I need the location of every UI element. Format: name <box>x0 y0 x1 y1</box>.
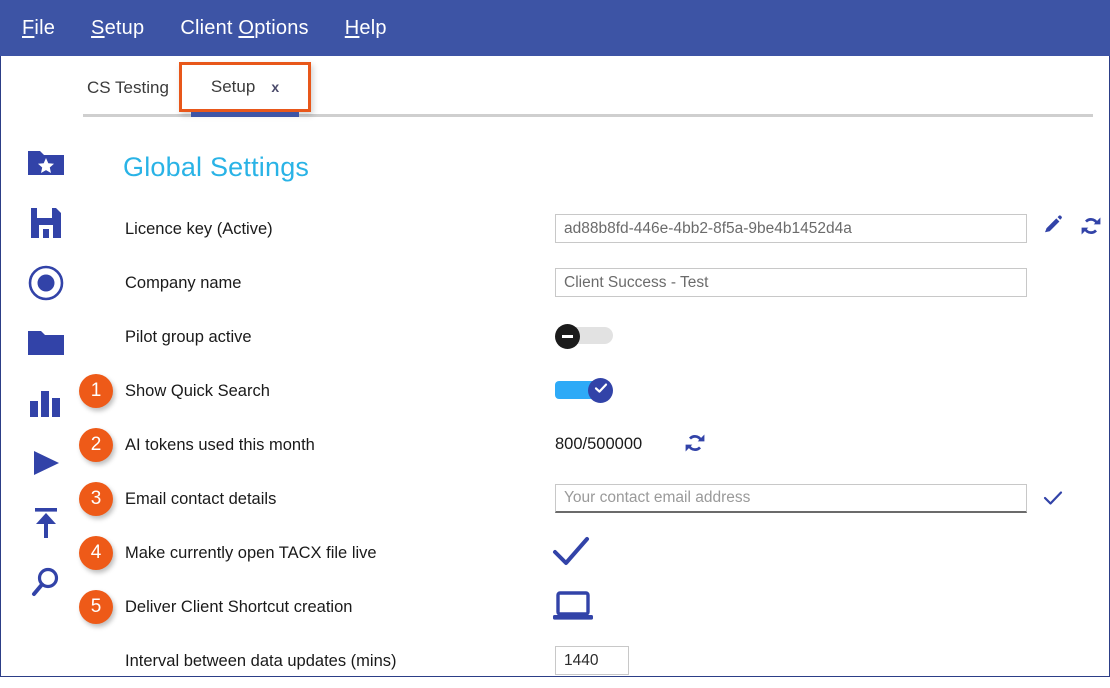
menu-item-setup[interactable]: Setup <box>91 17 144 40</box>
setting-row-deliver-client-shortcut: 5 Deliver Client Shortcut creation <box>79 588 1109 634</box>
ai-tokens-refresh-button[interactable] <box>681 431 709 459</box>
setting-label-email-contact-details: Email contact details <box>125 490 277 508</box>
make-tacx-live-button[interactable] <box>551 534 591 574</box>
menu-setup-accel: S <box>91 16 105 39</box>
sidebar-item-upload[interactable] <box>23 500 69 546</box>
sidebar-item-reports[interactable] <box>23 380 69 426</box>
show-quick-search-toggle[interactable] <box>555 378 613 403</box>
menu-client-options-post: ptions <box>254 16 309 39</box>
application-window: CS Testing Setup x Global Settings Licen… <box>0 56 1110 677</box>
refresh-icon <box>683 431 707 460</box>
folder-icon <box>26 328 66 358</box>
sidebar-item-search[interactable] <box>23 560 69 606</box>
annotation-badge-1: 1 <box>79 374 113 408</box>
email-contact-input[interactable] <box>555 484 1027 513</box>
menu-help-accel: H <box>344 16 360 39</box>
check-icon <box>1042 487 1064 514</box>
pencil-icon <box>1042 214 1064 242</box>
sidebar-item-save[interactable] <box>23 200 69 246</box>
company-name-input[interactable] <box>555 268 1027 297</box>
setting-row-email-contact-details: 3 Email contact details <box>79 480 1109 526</box>
menu-setup-post: etup <box>104 16 145 39</box>
setting-label-deliver-client-shortcut: Deliver Client Shortcut creation <box>125 598 353 616</box>
menu-client-options-accel: O <box>238 16 255 39</box>
annotation-badge-4: 4 <box>79 536 113 570</box>
sidebar-item-record[interactable] <box>23 260 69 306</box>
tab-setup[interactable]: Setup <box>211 77 255 97</box>
setting-row-ai-tokens: 2 AI tokens used this month 800/500000 <box>79 426 1109 472</box>
record-circle-icon <box>27 264 65 302</box>
save-floppy-icon <box>28 205 64 241</box>
sidebar-item-favourites[interactable] <box>23 140 69 186</box>
check-icon <box>593 380 609 401</box>
setting-row-show-quick-search: 1 Show Quick Search <box>79 372 1109 418</box>
deliver-client-shortcut-button[interactable] <box>551 590 597 626</box>
email-confirm-button[interactable] <box>1039 486 1067 514</box>
menu-file-post: ile <box>34 16 56 39</box>
menu-client-options-pre: Client <box>180 16 239 39</box>
refresh-icon <box>1079 214 1103 243</box>
tab-cs-testing[interactable]: CS Testing <box>87 78 169 98</box>
pilot-group-active-toggle[interactable] <box>555 324 613 349</box>
laptop-icon <box>551 589 597 628</box>
setting-label-pilot-group-active: Pilot group active <box>125 328 252 346</box>
sidebar-item-folder[interactable] <box>23 320 69 366</box>
search-icon <box>29 566 63 600</box>
menu-file-accel: F <box>22 16 35 39</box>
licence-key-input[interactable] <box>555 214 1027 243</box>
annotation-badge-2: 2 <box>79 428 113 462</box>
annotation-badge-5: 5 <box>79 590 113 624</box>
tab-close-icon[interactable]: x <box>271 79 279 95</box>
menu-help-post: elp <box>359 16 387 39</box>
page-title: Global Settings <box>123 152 310 182</box>
tab-active-underline <box>191 112 299 117</box>
setting-label-ai-tokens: AI tokens used this month <box>125 436 315 454</box>
bar-chart-icon <box>28 387 64 419</box>
setting-row-update-interval: Interval between data updates (mins) <box>89 642 1109 688</box>
tab-setup-annotation-box: Setup x <box>179 62 311 112</box>
setting-label-licence-key: Licence key (Active) <box>125 220 273 238</box>
settings-form: Global Settings Licence key (Active) ad8… <box>79 118 1109 676</box>
check-icon <box>551 535 591 574</box>
upload-icon <box>30 505 62 541</box>
setting-label-company-name: Company name <box>125 274 242 292</box>
toggle-knob-on <box>588 378 613 403</box>
sidebar <box>1 118 89 676</box>
toggle-knob-off <box>555 324 580 349</box>
menu-item-file[interactable]: File <box>22 17 55 40</box>
setting-label-show-quick-search: Show Quick Search <box>125 382 270 400</box>
setting-row-company-name: Company name <box>89 264 1109 310</box>
sidebar-item-run[interactable] <box>23 440 69 486</box>
tab-strip: CS Testing Setup x <box>1 56 1109 118</box>
menu-bar: File Setup Client Options Help <box>0 0 1110 56</box>
menu-item-help[interactable]: Help <box>345 17 387 40</box>
ai-tokens-value: 800/500000 <box>555 435 643 453</box>
folder-star-icon <box>26 147 66 179</box>
setting-label-update-interval: Interval between data updates (mins) <box>125 652 397 670</box>
play-icon <box>29 448 63 478</box>
setting-row-licence-key: Licence key (Active) <box>89 210 1109 256</box>
setting-label-make-tacx-live: Make currently open TACX file live <box>125 544 377 562</box>
setting-row-make-tacx-live: 4 Make currently open TACX file live <box>79 534 1109 580</box>
setting-row-pilot-group-active: Pilot group active <box>89 318 1109 364</box>
menu-item-client-options[interactable]: Client Options <box>180 17 308 40</box>
licence-key-edit-button[interactable] <box>1039 214 1067 242</box>
minus-icon <box>562 335 573 338</box>
licence-key-refresh-button[interactable] <box>1077 214 1105 242</box>
annotation-badge-3: 3 <box>79 482 113 516</box>
update-interval-input[interactable] <box>555 646 629 675</box>
